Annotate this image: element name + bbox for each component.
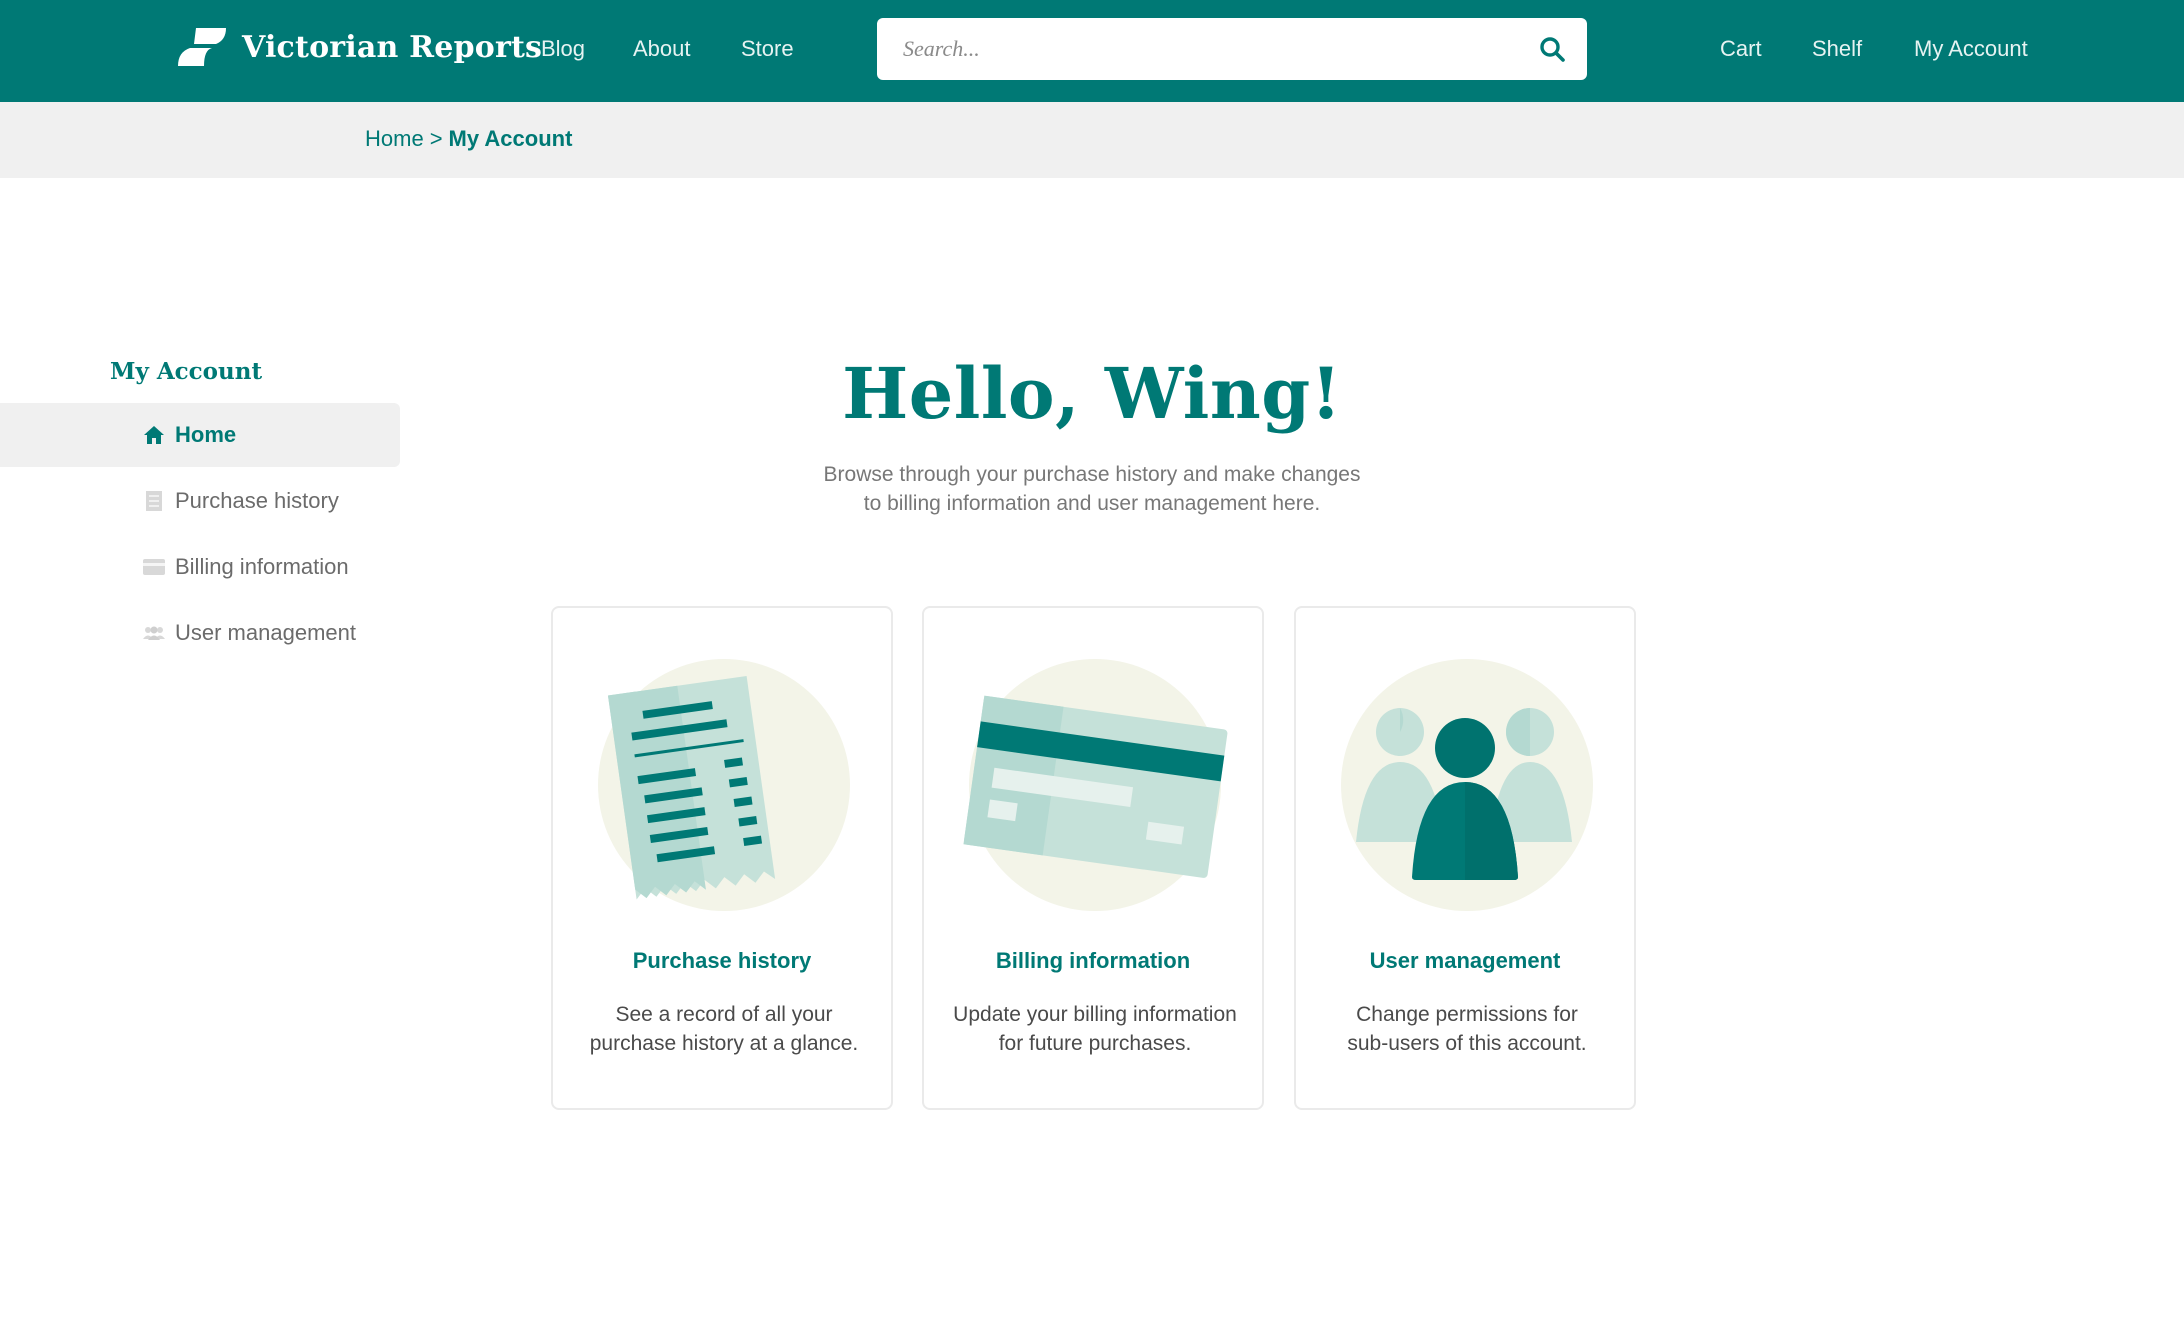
card-description: See a record of all your purchase histor… <box>573 1000 875 1058</box>
page-title: Hello, Wing! <box>842 352 1342 435</box>
sidebar-item-label: User management <box>175 620 356 645</box>
breadcrumb-bar: Home > My Account <box>0 102 2184 178</box>
top-navbar: Victorian Reports Blog About Store Cart … <box>0 0 2184 102</box>
intro-line: to billing information and user manageme… <box>863 492 1321 515</box>
home-icon <box>143 424 165 446</box>
card-description-line: Change permissions for <box>1356 1003 1578 1026</box>
card-description-line: for future purchases. <box>998 1032 1192 1055</box>
card-description-line: See a record of all your <box>615 1003 833 1026</box>
nav-cart[interactable]: Cart <box>1720 36 1762 62</box>
card-description: Update your billing information for futu… <box>944 1000 1246 1058</box>
breadcrumb-home[interactable]: Home <box>365 126 424 151</box>
nav-store[interactable]: Store <box>741 36 794 62</box>
brand-logo[interactable]: Victorian Reports <box>176 26 542 68</box>
search-icon <box>1540 37 1565 62</box>
purchase-history-card[interactable]: Purchase history See a record of all you… <box>551 606 893 1110</box>
nav-shelf[interactable]: Shelf <box>1812 36 1862 62</box>
brand-logo-icon <box>178 28 226 66</box>
billing-information-card[interactable]: Billing information Update your billing … <box>922 606 1264 1110</box>
card-description-line: Update your billing information <box>953 1003 1237 1026</box>
sidebar-item-purchase-history[interactable]: Purchase history <box>0 469 400 533</box>
nav-my-account[interactable]: My Account <box>1914 36 2028 62</box>
card-description-line: purchase history at a glance. <box>589 1032 859 1055</box>
users-illustration-icon <box>1341 659 1593 911</box>
nav-about[interactable]: About <box>633 36 691 62</box>
sidebar-item-label: Home <box>175 422 237 447</box>
user-management-card[interactable]: User management Change permissions for s… <box>1294 606 1636 1110</box>
intro-line: Browse through your purchase history and… <box>823 463 1361 486</box>
card-description-line: sub-users of this account. <box>1347 1032 1587 1055</box>
nav-blog[interactable]: Blog <box>541 36 585 62</box>
search-button[interactable] <box>1517 18 1587 80</box>
card-title: Purchase history <box>632 948 812 973</box>
breadcrumb: Home > My Account <box>365 126 572 152</box>
intro-text: Browse through your purchase history and… <box>780 460 1404 518</box>
sidebar-item-label: Purchase history <box>175 488 339 513</box>
brand-name: Victorian Reports <box>242 29 543 65</box>
card-description: Change permissions for sub-users of this… <box>1316 1000 1618 1058</box>
sidebar-item-user-management[interactable]: User management <box>0 601 400 665</box>
sidebar-item-label: Billing information <box>175 554 349 579</box>
search-input[interactable] <box>877 18 1517 80</box>
sidebar-title: My Account <box>110 358 263 385</box>
sidebar-item-billing-information[interactable]: Billing information <box>0 535 400 599</box>
credit-card-illustration-icon <box>963 659 1228 911</box>
receipt-icon <box>143 490 165 512</box>
users-icon <box>143 622 165 644</box>
sidebar-item-home[interactable]: Home <box>0 403 400 467</box>
credit-card-icon <box>143 556 165 578</box>
breadcrumb-current: My Account <box>448 126 573 151</box>
breadcrumb-separator: > <box>429 126 443 151</box>
receipt-illustration-icon <box>598 659 850 911</box>
search-bar <box>877 18 1587 80</box>
card-title: User management <box>1369 948 1561 973</box>
card-title: Billing information <box>995 948 1191 973</box>
